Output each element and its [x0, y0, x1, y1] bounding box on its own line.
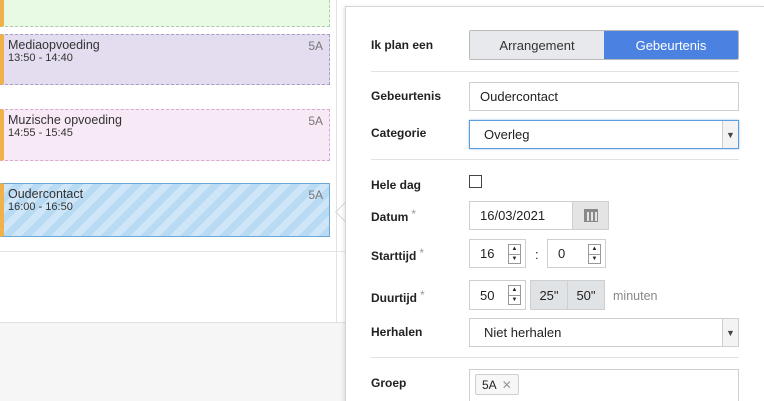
duration-label: Duurtijd * [371, 288, 425, 305]
start-hour-stepper[interactable]: 16 ▲ ▼ [469, 239, 526, 268]
start-hour-spinner[interactable]: ▲ ▼ [508, 244, 521, 264]
start-minute-spinner[interactable]: ▲ ▼ [588, 244, 601, 264]
calendar-event-mediaopvoeding[interactable]: Mediaopvoeding 13:50 - 14:40 5A [0, 34, 330, 85]
event-group: 5A [308, 188, 323, 202]
event-title: Mediaopvoeding [8, 38, 100, 52]
remove-tag-icon[interactable]: ✕ [502, 378, 512, 392]
start-minute-stepper[interactable]: 0 ▲ ▼ [547, 239, 606, 268]
arrow-down-icon[interactable]: ▼ [509, 296, 520, 305]
repeat-label: Herhalen [371, 325, 423, 339]
event-name-label: Gebeurtenis [371, 89, 442, 103]
event-group: 5A [308, 114, 323, 128]
repeat-select[interactable]: Niet herhalen ▼ [469, 318, 739, 347]
group-label: Groep [371, 376, 407, 390]
chevron-down-icon[interactable]: ▼ [722, 121, 738, 148]
duration-unit: minuten [613, 289, 658, 303]
calendar-event-muzische-opvoeding[interactable]: Muzische opvoeding 14:55 - 15:45 5A [0, 109, 330, 161]
all-day-label: Hele dag [371, 178, 422, 192]
divider [371, 159, 739, 160]
date-input[interactable]: 16/03/2021 [469, 201, 609, 230]
plan-type-label: Ik plan een [371, 38, 434, 52]
calendar-picker-button[interactable] [572, 202, 608, 229]
start-time-label: Starttijd * [371, 246, 425, 263]
calendar-icon [583, 209, 598, 222]
time-separator: : [535, 247, 539, 262]
duration-value: 50 [480, 287, 495, 303]
divider [371, 71, 739, 72]
calendar-event-oudercontact[interactable]: Oudercontact 16:00 - 16:50 5A [0, 183, 330, 237]
arrow-down-icon[interactable]: ▼ [509, 255, 520, 264]
arrow-up-icon[interactable]: ▲ [509, 245, 520, 255]
date-label: Datum * [371, 207, 417, 224]
plan-type-toggle: Arrangement Gebeurtenis [469, 30, 739, 60]
event-title: Muzische opvoeding [8, 113, 122, 127]
repeat-select-value: Niet herhalen [484, 325, 562, 340]
group-tag: 5A ✕ [475, 374, 519, 395]
event-title: Oudercontact [8, 187, 84, 201]
category-label: Categorie [371, 126, 427, 140]
category-select[interactable]: Overleg ▼ [469, 120, 739, 149]
plan-type-arrangement-button[interactable]: Arrangement [470, 31, 604, 59]
event-group: 5A [308, 39, 323, 53]
event-edit-popover: Ik plan een Arrangement Gebeurtenis Gebe… [345, 6, 764, 401]
event-time: 14:55 - 15:45 [8, 127, 73, 139]
plan-type-gebeurtenis-button[interactable]: Gebeurtenis [604, 31, 738, 59]
duration-preset-25-button[interactable]: 25" [530, 280, 568, 310]
start-minute-value: 0 [558, 246, 566, 261]
divider [371, 357, 739, 358]
calendar-event-previous[interactable] [0, 0, 330, 27]
calendar-lower-region [0, 322, 345, 401]
chevron-down-icon[interactable]: ▼ [722, 319, 738, 346]
arrow-up-icon[interactable]: ▲ [509, 286, 520, 296]
arrow-down-icon[interactable]: ▼ [589, 255, 600, 264]
calendar-day-view: Mediaopvoeding 13:50 - 14:40 5A Muzische… [0, 0, 345, 401]
duration-preset-50-button[interactable]: 50" [567, 280, 605, 310]
hour-gridline [0, 251, 345, 252]
event-name-input[interactable]: Oudercontact [469, 82, 739, 111]
duration-spinner[interactable]: ▲ ▼ [508, 285, 521, 305]
event-time: 16:00 - 16:50 [8, 201, 73, 213]
date-input-value: 16/03/2021 [480, 208, 546, 223]
all-day-checkbox[interactable] [469, 175, 482, 188]
arrow-up-icon[interactable]: ▲ [589, 245, 600, 255]
duration-stepper[interactable]: 50 ▲ ▼ [469, 280, 526, 310]
category-select-value: Overleg [484, 127, 530, 142]
start-hour-value: 16 [480, 246, 495, 261]
group-tag-input[interactable]: 5A ✕ [469, 369, 739, 401]
group-tag-label: 5A [482, 377, 497, 392]
event-time: 13:50 - 14:40 [8, 52, 73, 64]
